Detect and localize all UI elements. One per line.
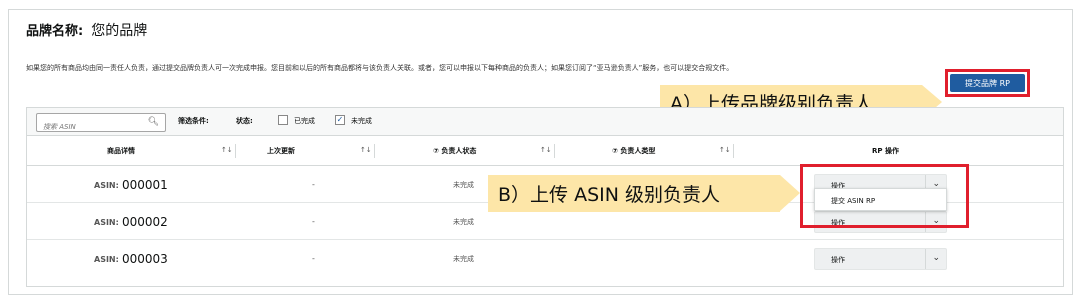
incomplete-checkbox[interactable]: ✓	[335, 115, 345, 125]
column-divider	[374, 144, 375, 158]
rp-action-select[interactable]: 操作 ⌄	[814, 248, 947, 270]
last-updated-cell: -	[312, 217, 315, 226]
status-label: 状态:	[236, 117, 253, 125]
filter-label: 筛选条件:	[178, 117, 209, 125]
incomplete-label: 未完成	[351, 117, 372, 125]
column-last-updated: 上次更新	[267, 147, 295, 155]
column-product-details: 商品详情	[107, 147, 135, 155]
column-rp-action: RP 操作	[872, 147, 899, 155]
rp-status-cell: 未完成	[453, 255, 474, 263]
column-divider	[554, 144, 555, 158]
chevron-down-icon[interactable]: ⌄	[932, 253, 940, 263]
asin-prefix: ASIN:	[94, 181, 119, 190]
rp-status-cell: 未完成	[453, 218, 474, 226]
brand-name-row: 品牌名称: 您的品牌	[26, 20, 147, 40]
submit-brand-rp-highlight: 提交品牌 RP	[945, 69, 1030, 97]
column-rp-status: ⑦ 负责人状态	[433, 147, 477, 155]
column-rp-type: ⑦ 负责人类型	[612, 147, 656, 155]
callout-asin-level: B）上传 ASIN 级别负责人	[488, 175, 800, 212]
completed-label: 已完成	[294, 117, 315, 125]
search-icon[interactable]: 🔍︎	[148, 117, 159, 127]
asin-action-highlight	[800, 164, 969, 228]
check-icon: ✓	[336, 115, 344, 124]
table-header: 商品详情 ↑↓ 上次更新 ↑↓ ⑦ 负责人状态 ↑↓ ⑦ 负责人类型 ↑↓ RP…	[27, 136, 1063, 166]
asin-value: 000002	[122, 215, 168, 229]
brand-name-label: 品牌名称:	[26, 24, 84, 39]
sort-icon[interactable]: ↑↓	[719, 146, 731, 154]
rp-status-cell: 未完成	[453, 181, 474, 189]
completed-checkbox[interactable]	[278, 115, 288, 125]
select-divider	[925, 249, 926, 269]
submit-brand-rp-button[interactable]: 提交品牌 RP	[950, 74, 1025, 92]
asin-prefix: ASIN:	[94, 218, 119, 227]
last-updated-cell: -	[312, 180, 315, 189]
asin-prefix: ASIN:	[94, 255, 119, 264]
brand-rp-description: 如果您的所有商品均由同一责任人负责，通过提交品牌负责人可一次完成申报。您目前和以…	[26, 64, 734, 72]
sort-icon[interactable]: ↑↓	[540, 146, 552, 154]
column-divider	[235, 144, 236, 158]
sort-icon[interactable]: ↑↓	[221, 146, 233, 154]
asin-value: 000003	[122, 252, 168, 266]
column-divider	[733, 144, 734, 158]
table-row: ASIN: 000003 - 未完成 操作 ⌄	[27, 241, 1063, 277]
search-input[interactable]	[37, 118, 137, 136]
rp-action-label: 操作	[831, 256, 845, 264]
filter-bar: 🔍︎ 筛选条件: 状态: 已完成 ✓ 未完成	[27, 108, 1063, 136]
search-box[interactable]: 🔍︎	[36, 113, 166, 136]
last-updated-cell: -	[312, 254, 315, 263]
asin-value: 000001	[122, 178, 168, 192]
sort-icon[interactable]: ↑↓	[360, 146, 372, 154]
brand-name-value: 您的品牌	[91, 23, 148, 39]
